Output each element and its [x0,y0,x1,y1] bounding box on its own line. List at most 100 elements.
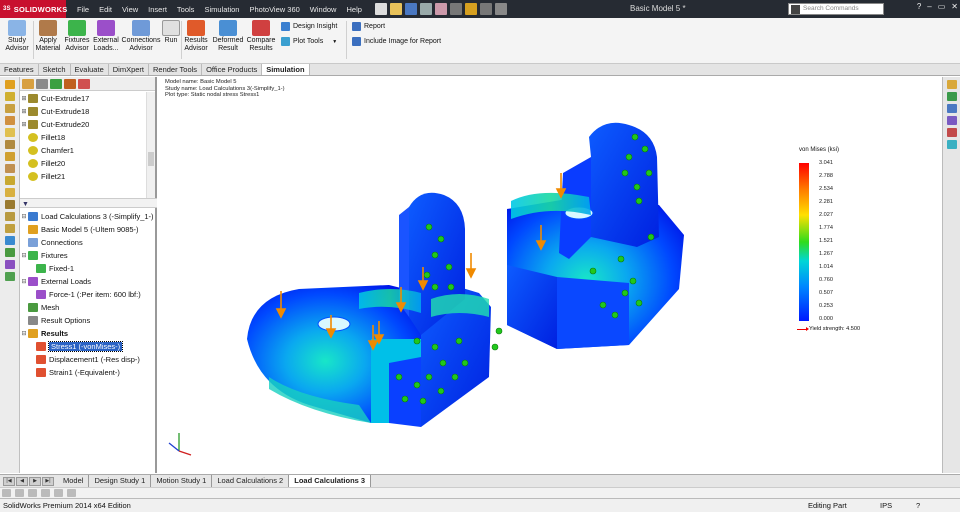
help-icon[interactable]: ? [917,2,921,11]
menu-window[interactable]: Window [305,5,342,14]
result-stress1[interactable]: Stress1 (-vonMises-) [20,340,157,353]
collapse-icon[interactable]: ⊟ [20,252,28,259]
prev-tab-icon[interactable]: ◀ [16,476,28,486]
chamfer-icon[interactable] [5,140,15,149]
tab-load-calculations-3[interactable]: Load Calculations 3 [289,475,372,487]
menu-insert[interactable]: Insert [143,5,172,14]
feature-tree-scrollbar[interactable] [146,92,155,198]
study-external-loads[interactable]: ⊟ External Loads [20,275,157,288]
search-commands-input[interactable]: Search Commands [788,3,884,15]
feature-tree-tab-icon[interactable] [22,79,34,89]
tree-item-chamfer1[interactable]: Chamfer1 [20,144,157,157]
external-loads-button[interactable]: External Loads... [92,20,120,53]
open-folder-icon[interactable] [389,3,402,15]
tree-item-cut-extrude17[interactable]: ⊞ Cut-Extrude17 [20,92,157,105]
view-orientation-icon[interactable] [67,489,76,497]
print-icon[interactable] [419,3,432,15]
minimize-icon[interactable]: – [927,2,931,11]
result-strain1[interactable]: Strain1 (-Equivalent-) [20,366,157,379]
select-arrow-icon[interactable] [449,3,462,15]
expand-icon[interactable]: ⊞ [20,95,28,102]
zoom-area-icon[interactable] [15,489,24,497]
hole-wizard-icon[interactable] [5,200,15,209]
load-strip-icon[interactable] [5,260,15,269]
plot-tools-dropdown-icon[interactable]: ▼ [332,39,337,45]
reference-geometry-icon[interactable] [5,212,15,221]
menu-photoview[interactable]: PhotoView 360 [244,5,304,14]
tab-simulation[interactable]: Simulation [262,64,310,75]
tab-features[interactable]: Features [0,64,39,75]
compare-results-button[interactable]: Compare Results [246,20,276,53]
shell-icon[interactable] [5,188,15,197]
rib-icon[interactable] [5,176,15,185]
property-manager-tab-icon[interactable] [36,79,48,89]
smart-dimension-icon[interactable] [5,80,15,89]
appearances-icon[interactable] [947,128,957,137]
tree-item-fillet21[interactable]: Fillet21 [20,170,157,183]
design-insight-button[interactable]: Design Insight [281,22,337,31]
scrollbar-thumb[interactable] [148,152,154,166]
file-explorer-icon[interactable] [947,104,957,113]
graphics-area[interactable]: Model name: Basic Model 5 Study name: Lo… [159,77,942,473]
study-mesh[interactable]: Mesh [20,301,157,314]
connections-advisor-button[interactable]: Connections Advisor [121,20,161,53]
menu-file[interactable]: File [72,5,94,14]
dimxpert-tab-icon[interactable] [64,79,76,89]
collapse-icon[interactable]: ⊟ [20,213,28,220]
fixtures-advisor-button[interactable]: Fixtures Advisor [63,20,91,53]
filter-icon[interactable]: ▼ [22,201,29,208]
pattern-icon[interactable] [5,152,15,161]
first-tab-icon[interactable]: |◀ [3,476,15,486]
menu-view[interactable]: View [117,5,143,14]
tab-design-study-1[interactable]: Design Study 1 [89,475,152,487]
fixture-strip-icon[interactable] [5,248,15,257]
status-units[interactable]: IPS [880,499,892,512]
solidworks-logo[interactable]: 3S SOLIDWORKS [0,0,67,18]
view-palette-icon[interactable] [947,116,957,125]
study-fixtures[interactable]: ⊟ Fixtures [20,249,157,262]
configuration-tab-icon[interactable] [50,79,62,89]
sketch-icon[interactable] [5,92,15,101]
solidworks-resources-icon[interactable] [947,80,957,89]
report-button[interactable]: Report [352,22,385,31]
deformed-result-button[interactable]: Deformed Result [211,20,245,53]
restore-icon[interactable]: ▭ [938,2,946,11]
study-result-options[interactable]: Result Options [20,314,157,327]
tab-dimxpert[interactable]: DimXpert [109,64,149,75]
mesh-strip-icon[interactable] [5,272,15,281]
last-tab-icon[interactable]: ▶| [42,476,54,486]
tab-sketch[interactable]: Sketch [39,64,71,75]
tree-item-cut-extrude18[interactable]: ⊞ Cut-Extrude18 [20,105,157,118]
tab-evaluate[interactable]: Evaluate [71,64,109,75]
custom-properties-icon[interactable] [947,140,957,149]
options-gear-icon[interactable] [494,3,507,15]
result-displacement1[interactable]: Displacement1 (-Res disp-) [20,353,157,366]
study-part[interactable]: Basic Model 5 (-Ultem 9085-) [20,223,157,236]
collapse-icon[interactable]: ⊟ [20,330,28,337]
tab-office-products[interactable]: Office Products [202,64,263,75]
expand-icon[interactable]: ⊞ [20,108,28,115]
new-document-icon[interactable] [374,3,387,15]
study-connections[interactable]: Connections [20,236,157,249]
undo-icon[interactable] [434,3,447,15]
tab-render-tools[interactable]: Render Tools [149,64,203,75]
pan-icon[interactable] [41,489,50,497]
display-manager-tab-icon[interactable] [78,79,90,89]
stress-legend[interactable]: von Mises (ksi) 3.041 2.788 2.534 2.281 … [797,147,877,337]
study-advisor-button[interactable]: Study Advisor [4,20,30,53]
save-icon[interactable] [404,3,417,15]
fillet-icon[interactable] [5,128,15,137]
menu-edit[interactable]: Edit [94,5,117,14]
file-properties-icon[interactable] [479,3,492,15]
next-tab-icon[interactable]: ▶ [29,476,41,486]
plot-tools-button[interactable]: Plot Tools ▼ [281,37,337,46]
curves-icon[interactable] [5,224,15,233]
collapse-icon[interactable]: ⊟ [20,278,28,285]
menu-simulation[interactable]: Simulation [199,5,244,14]
expand-icon[interactable]: ⊞ [20,121,28,128]
study-root[interactable]: ⊟ Load Calculations 3 (-Simplify_1-) [20,210,157,223]
tree-item-fillet18[interactable]: Fillet18 [20,131,157,144]
tree-item-fillet20[interactable]: Fillet20 [20,157,157,170]
apply-material-button[interactable]: Apply Material [35,20,61,53]
results-advisor-button[interactable]: Results Advisor [183,20,209,53]
